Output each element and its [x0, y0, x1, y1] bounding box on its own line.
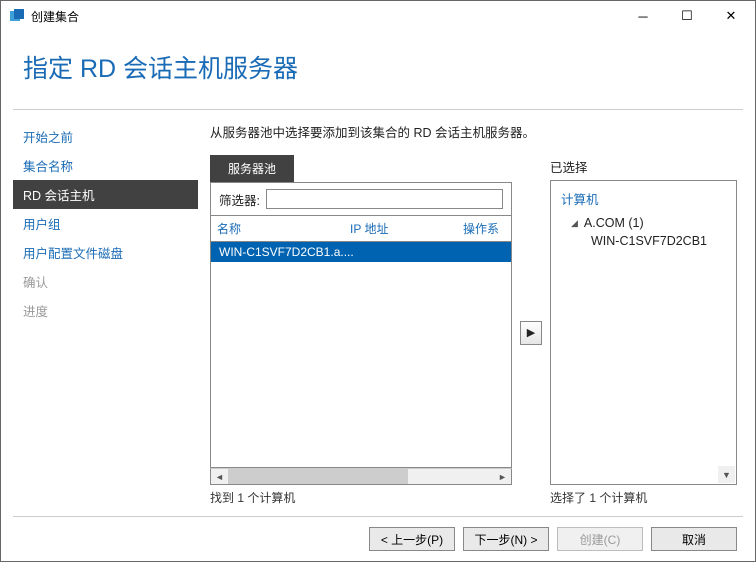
col-name[interactable]: 名称	[211, 216, 344, 241]
scroll-thumb[interactable]	[228, 469, 408, 484]
wizard-footer: < 上一步(P) 下一步(N) > 创建(C) 取消	[13, 516, 743, 561]
next-button[interactable]: 下一步(N) >	[463, 527, 549, 551]
filter-label: 筛选器:	[219, 190, 260, 209]
page-heading: 指定 RD 会话主机服务器	[13, 31, 743, 110]
titlebar: 创建集合 ─ ☐ ✕	[1, 1, 755, 31]
selected-tree-header: 计算机	[557, 187, 730, 214]
create-button: 创建(C)	[557, 527, 643, 551]
selected-tree-item[interactable]: WIN-C1SVF7D2CB1	[557, 232, 730, 250]
cancel-button[interactable]: 取消	[651, 527, 737, 551]
step-confirm: 确认	[13, 267, 198, 296]
server-pool-hscrollbar[interactable]: ◄ ►	[210, 468, 512, 485]
col-ip[interactable]: IP 地址	[344, 216, 457, 241]
close-button[interactable]: ✕	[709, 2, 753, 30]
step-progress: 进度	[13, 296, 198, 325]
step-before-begin[interactable]: 开始之前	[13, 122, 198, 151]
server-pool-panel: 服务器池 筛选器: 名称 IP 地址 操作系 WIN-C1SVF7D2CB1.a…	[210, 155, 512, 510]
scroll-down-icon[interactable]: ▼	[718, 466, 735, 483]
window-title: 创建集合	[31, 8, 79, 25]
maximize-button[interactable]: ☐	[665, 2, 709, 30]
wizard-steps-sidebar: 开始之前 集合名称 RD 会话主机 用户组 用户配置文件磁盘 确认 进度	[13, 110, 198, 516]
selected-tree[interactable]: 计算机 A.COM (1) WIN-C1SVF7D2CB1 ▼	[550, 180, 737, 485]
content-pane: 从服务器池中选择要添加到该集合的 RD 会话主机服务器。 服务器池 筛选器: 名…	[198, 110, 743, 516]
col-os[interactable]: 操作系	[457, 216, 511, 241]
minimize-button[interactable]: ─	[621, 2, 665, 30]
arrow-right-icon: ▶	[527, 326, 535, 339]
step-user-profile-disks[interactable]: 用户配置文件磁盘	[13, 238, 198, 267]
selected-label: 已选择	[550, 155, 737, 180]
banner: 指定 RD 会话主机服务器	[13, 31, 743, 110]
scroll-right-icon[interactable]: ►	[494, 469, 511, 484]
server-pool-tab[interactable]: 服务器池	[210, 155, 294, 182]
step-user-groups[interactable]: 用户组	[13, 209, 198, 238]
server-pool-list-header: 名称 IP 地址 操作系	[210, 215, 512, 241]
scroll-left-icon[interactable]: ◄	[211, 469, 228, 484]
selected-panel: 已选择 计算机 A.COM (1) WIN-C1SVF7D2CB1 ▼ 选择了 …	[550, 155, 737, 510]
selected-tree-group[interactable]: A.COM (1)	[557, 214, 730, 232]
add-to-selected-button[interactable]: ▶	[520, 321, 542, 345]
selected-status: 选择了 1 个计算机	[550, 485, 737, 510]
server-pool-list[interactable]: WIN-C1SVF7D2CB1.a....	[210, 241, 512, 468]
server-pool-row[interactable]: WIN-C1SVF7D2CB1.a....	[211, 242, 511, 262]
previous-button[interactable]: < 上一步(P)	[369, 527, 455, 551]
instruction-text: 从服务器池中选择要添加到该集合的 RD 会话主机服务器。	[210, 122, 737, 141]
server-pool-status: 找到 1 个计算机	[210, 485, 512, 510]
wizard-window: 创建集合 ─ ☐ ✕ 指定 RD 会话主机服务器 开始之前 集合名称 RD 会话…	[0, 0, 756, 562]
filter-input[interactable]	[266, 189, 503, 209]
app-icon	[9, 8, 25, 24]
step-rd-session-host[interactable]: RD 会话主机	[13, 180, 198, 209]
step-collection-name[interactable]: 集合名称	[13, 151, 198, 180]
